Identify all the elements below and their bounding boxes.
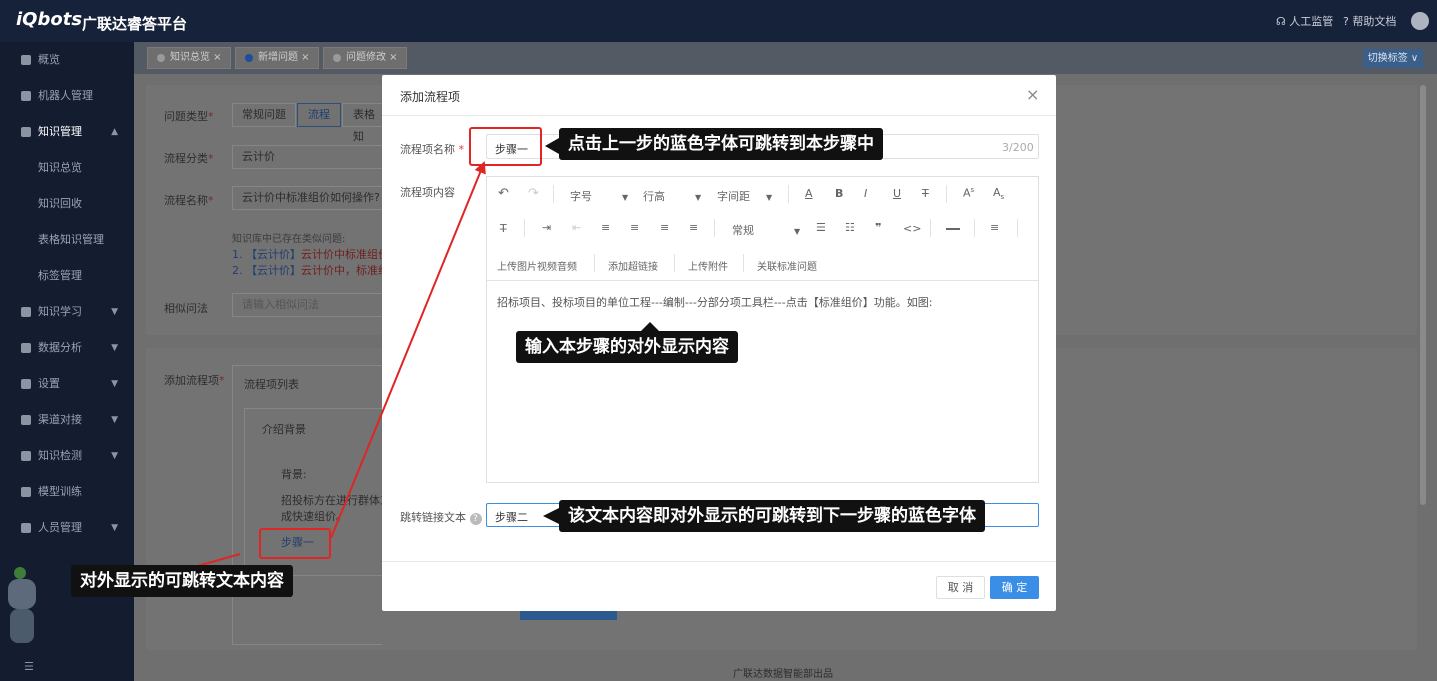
callout-link-text: 对外显示的可跳转文本内容 (71, 565, 293, 597)
callout-content: 输入本步骤的对外显示内容 (516, 331, 738, 363)
callout-step-name: 点击上一步的蓝色字体可跳转到本步骤中 (559, 128, 883, 160)
callout-jump-text: 该文本内容即对外显示的可跳转到下一步骤的蓝色字体 (559, 500, 985, 532)
